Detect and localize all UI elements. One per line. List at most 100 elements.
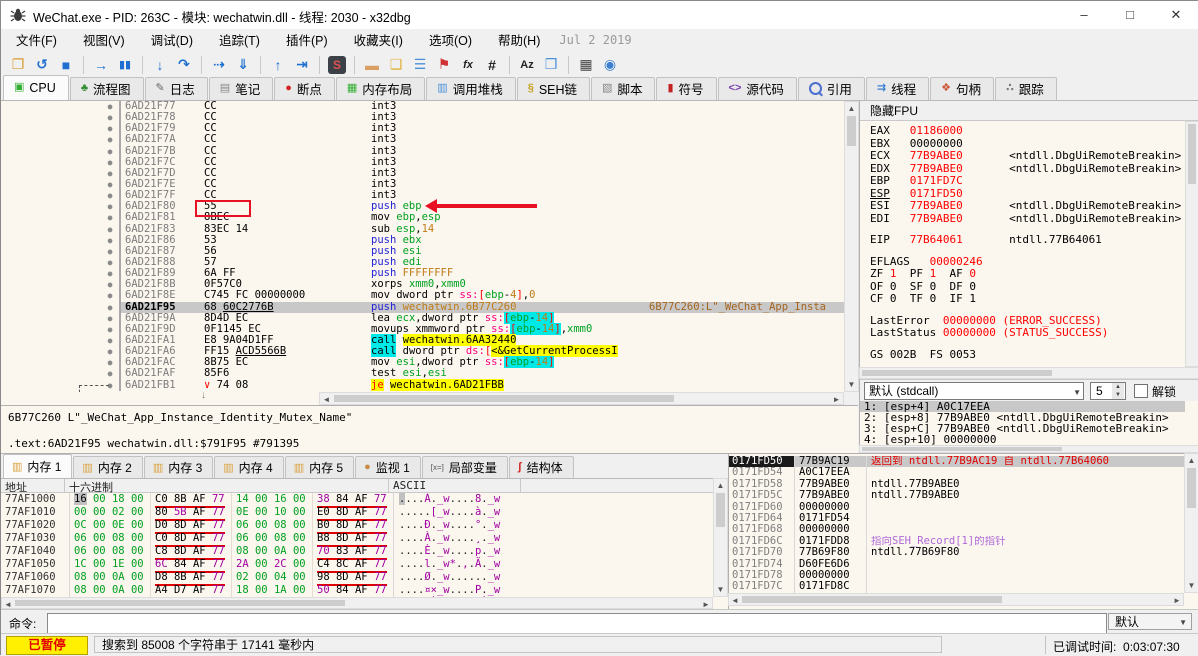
step-over-icon[interactable]: ↷ [173,54,195,76]
stack-row[interactable]: 0171FD70 77B69F80 ntdll.77B69F80 [729,546,1184,559]
spinner-arrows-icon[interactable]: ▲ ▼ [1112,383,1124,399]
register-line[interactable]: EDI 77B9ABE0 <ntdll.DbgUiRemoteBreakin> [870,212,1185,226]
stack-row[interactable]: 0171FD74 D60FE6D6 [729,558,1184,570]
menu-item-2[interactable]: 调试(D) [138,32,206,50]
patches-icon[interactable]: ▬ [361,54,383,76]
scroll-left-arrow[interactable]: ◄ [729,594,741,607]
disassembly-hscrollbar[interactable]: ◄ ► [319,392,844,405]
dump-row[interactable]: 77AF1060 08 00 0A 00 D8 8B AF 77 02 00 04 0… [1,571,713,586]
register-line[interactable]: CF 0 TF 0 IF 1 [870,292,1185,306]
breakpoint-dot-icon[interactable]: ● [101,234,121,246]
labels-icon[interactable]: ☰ [409,54,431,76]
minimize-button[interactable]: – [1061,1,1107,29]
stack-row[interactable]: 0171FD7C 0171FD8C [729,580,1184,593]
stack-row[interactable]: 0171FD54 A0C17EEA [729,466,1184,479]
breakpoint-dot-icon[interactable]: ● [101,134,121,146]
scroll-up-arrow[interactable]: ▲ [714,479,727,492]
stack-rows[interactable]: 0171FD50 77B9AC19 返回到 ntdll.77B9AC19 自 ntd… [729,456,1184,594]
registers-hscrollbar[interactable] [859,367,1198,379]
tab-引用[interactable]: 引用 [797,77,865,100]
stack-row[interactable]: 0171FD64 0171FD54 [729,512,1184,525]
registers-vscrollbar[interactable] [1185,121,1198,367]
open-file-icon[interactable]: ❐ [7,54,29,76]
stack-vscrollbar[interactable]: ▲ ▼ [1184,453,1198,593]
dump-row[interactable]: 77AF1070 08 00 0A 00 A4 D7 AF 77 18 00 1A 0… [1,584,713,598]
breakpoint-dot-icon[interactable]: ● [101,123,121,135]
dump-tab-内存 5[interactable]: ▥ 内存 5 [284,456,355,478]
unlock-checkbox[interactable] [1134,384,1148,398]
dump-row[interactable]: 77AF1010 00 00 02 00 80 5B AF 77 0E 00 10 0… [1,506,713,521]
breakpoint-dot-icon[interactable]: ● [101,145,121,157]
help-device-icon[interactable]: ❒ [540,54,562,76]
step-into-icon[interactable]: ↓ [149,54,171,76]
breakpoint-dot-icon[interactable]: ● [101,323,121,335]
breakpoint-dot-icon[interactable]: ● [101,357,121,369]
attach-icon[interactable]: ⇥ [291,54,313,76]
breakpoint-dot-icon[interactable]: ● [101,112,121,124]
pause-icon[interactable]: ▮▮ [114,54,136,76]
register-line[interactable]: EIP 77B64061 ntdll.77B64061 [870,233,1185,247]
tab-日志[interactable]: ✎ 日志 [144,77,208,100]
restart-icon[interactable]: ↺ [31,54,53,76]
menu-item-7[interactable]: 帮助(H) [485,32,553,50]
dump-tab-局部变量[interactable]: [x=] 局部变量 [421,456,508,478]
tab-脚本[interactable]: ▧ 脚本 [591,77,656,100]
dump-hscrollbar[interactable]: ◄ ► [1,597,713,609]
step-out-icon[interactable]: ⇓ [232,54,254,76]
breakpoint-dot-icon[interactable]: ● [101,190,121,202]
disassembly-view[interactable]: ● 6AD21F77 CC int3 ● 6AD21F78 CC int3 ● 6AD21F79 C… [1,101,844,392]
dump-row[interactable]: 77AF1050 1C 00 1E 00 6C 84 AF 77 2A 00 2C 0… [1,558,713,573]
dump-tab-内存 4[interactable]: ▥ 内存 4 [214,456,284,478]
breakpoint-dot-icon[interactable]: ● [101,167,121,179]
register-line[interactable]: LastStatus 00000000 (STATUS_SUCCESS) [870,326,1185,340]
menu-item-5[interactable]: 收藏夹(I) [341,32,416,50]
breakpoint-dot-icon[interactable]: ● [101,212,121,224]
tab-句柄[interactable]: ❖ 句柄 [930,77,995,100]
maximize-button[interactable]: □ [1107,1,1153,29]
stack-row[interactable]: 0171FD58 77B9ABE0 ntdll.77B9ABE0 [729,478,1184,491]
call-arguments-list[interactable]: 1: [esp+4] A0C17EEA 2: [esp+8] 77B9ABE0 <… [860,401,1185,445]
breakpoint-dot-icon[interactable]: ● [101,334,121,347]
tab-SEH链[interactable]: § SEH链 [516,77,591,100]
dump-tab-监视 1[interactable]: ● 监视 1 [355,456,421,478]
scylla-icon[interactable]: S [326,54,348,76]
argument-row[interactable]: 4: [esp+10] 00000000 [860,434,1185,445]
close-button[interactable]: ✕ [1153,1,1198,29]
scroll-down-arrow[interactable]: ▼ [714,583,727,596]
run-icon[interactable]: → [90,54,112,76]
tab-符号[interactable]: ▮ 符号 [656,77,717,100]
scroll-down-arrow[interactable]: ▼ [1185,579,1198,592]
dump-tab-内存 1[interactable]: ▥ 内存 1 [3,454,73,478]
internet-icon[interactable]: ◉ [599,54,621,76]
register-line[interactable]: GS 002B FS 0053 [870,348,1185,362]
scroll-down-arrow[interactable]: ▼ [845,378,858,391]
menu-item-1[interactable]: 视图(V) [70,32,138,50]
stack-row[interactable]: 0171FD6C 0171FDD8 指向SEH_Record[1]的指针 [729,535,1184,548]
dump-tab-结构体[interactable]: ʃ 结构体 [508,456,574,478]
disassembly-vscrollbar[interactable]: ▲ ▼ [844,101,859,392]
breakpoint-dot-icon[interactable]: ● [101,178,121,191]
tab-笔记[interactable]: ▤ 笔记 [208,77,274,100]
scroll-up-arrow[interactable]: ▲ [1185,454,1198,467]
breakpoint-dot-icon[interactable]: ● [101,101,121,113]
stack-row[interactable]: 0171FD78 00000000 [729,569,1184,582]
breakpoint-dot-icon[interactable]: ● [101,256,121,269]
dump-vscrollbar[interactable]: ▲ ▼ [713,478,728,597]
disasm-row[interactable]: ● 6AD21F7A CC int3 [1,134,844,146]
assemble-icon[interactable]: Az [516,54,538,76]
menu-item-3[interactable]: 追踪(T) [206,32,273,50]
breakpoint-dot-icon[interactable]: ● [101,223,121,235]
breakpoint-dot-icon[interactable]: ● [101,301,121,313]
calling-convention-select[interactable]: 默认 (stdcall) ▼ [864,382,1084,400]
dump-row[interactable]: 77AF1000 16 00 18 00 C0 8B AF 77 14 00 16 0… [1,493,713,508]
dump-rows[interactable]: 77AF1000 16 00 18 00 C0 8B AF 77 14 00 16 0… [1,493,713,598]
run-to-user-code-icon[interactable]: ↑ [267,54,289,76]
dump-tab-内存 3[interactable]: ▥ 内存 3 [143,456,214,478]
stack-row[interactable]: 0171FD60 00000000 [729,501,1184,513]
scroll-right-arrow[interactable]: ► [1171,594,1183,607]
registers-list[interactable]: EAX 01186000 EBX 00000000 ECX 77B9ABE0 <nt… [860,121,1185,367]
tab-内存布局[interactable]: ▦ 内存布局 [335,77,426,100]
breakpoint-dot-icon[interactable]: ● [101,245,121,257]
breakpoint-dot-icon[interactable]: ● [101,312,121,324]
menu-item-4[interactable]: 插件(P) [273,32,341,50]
